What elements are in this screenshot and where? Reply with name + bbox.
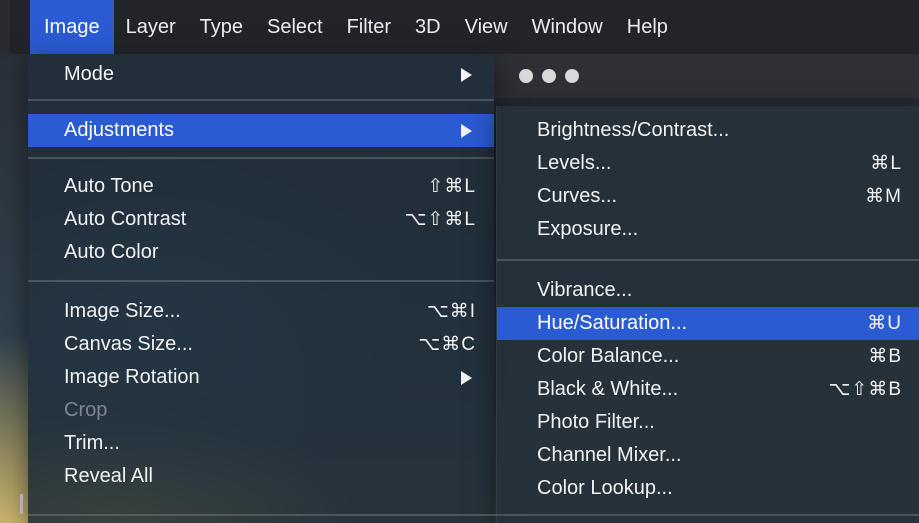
menu-item-auto-color[interactable]: Auto Color: [28, 236, 494, 269]
menu-item-vibrance[interactable]: Vibrance...: [497, 274, 919, 307]
menu-item-reveal-all[interactable]: Reveal All: [28, 460, 494, 493]
menu-item-trim[interactable]: Trim...: [28, 427, 494, 460]
menu-item-channel-mixer[interactable]: Channel Mixer...: [497, 439, 919, 472]
menu-item-label: Hue/Saturation...: [537, 312, 688, 334]
menu-type[interactable]: Type: [188, 0, 255, 54]
menu-item-label: Photo Filter...: [537, 411, 655, 433]
menu-item-auto-contrast[interactable]: Auto Contrast ⌥⇧⌘L: [28, 203, 494, 236]
menu-view[interactable]: View: [453, 0, 520, 54]
shortcut-label: ⌥⇧⌘L: [404, 209, 476, 230]
submenu-arrow-icon: [461, 124, 472, 138]
adjustments-submenu: Brightness/Contrast... Levels... ⌘L Curv…: [496, 106, 919, 523]
menu-select[interactable]: Select: [255, 0, 335, 54]
menu-item-adjustments[interactable]: Adjustments: [28, 114, 494, 147]
menu-item-curves[interactable]: Curves... ⌘M: [497, 180, 919, 213]
background-document-edge: [0, 54, 28, 523]
window-control-dot-icon[interactable]: [519, 69, 533, 83]
shortcut-label: ⌥⌘I: [426, 301, 476, 322]
menu-item-label: Canvas Size...: [64, 333, 193, 355]
window-control-dot-icon[interactable]: [565, 69, 579, 83]
menu-item-crop: Crop: [28, 394, 494, 427]
menu-item-color-lookup[interactable]: Color Lookup...: [497, 472, 919, 505]
menu-3d[interactable]: 3D: [403, 0, 453, 54]
menu-item-image-rotation[interactable]: Image Rotation: [28, 361, 494, 394]
menu-item-hue-saturation[interactable]: Hue/Saturation... ⌘U: [497, 307, 919, 340]
menu-item-label: Image Rotation: [64, 366, 200, 388]
menu-item-label: Exposure...: [537, 218, 639, 240]
menu-filter[interactable]: Filter: [335, 0, 403, 54]
menu-item-label: Brightness/Contrast...: [537, 119, 730, 141]
shortcut-label: ⌘M: [865, 186, 902, 207]
menu-separator: [497, 259, 919, 261]
menu-separator: [28, 157, 494, 159]
screen: Image Layer Type Select Filter 3D View W…: [0, 0, 919, 523]
menu-item-label: Channel Mixer...: [537, 444, 682, 466]
menu-item-photo-filter[interactable]: Photo Filter...: [497, 406, 919, 439]
menu-item-auto-tone[interactable]: Auto Tone ⇧⌘L: [28, 170, 494, 203]
submenu-arrow-icon: [461, 371, 472, 385]
menu-item-label: Crop: [64, 399, 108, 421]
menu-item-brightness-contrast[interactable]: Brightness/Contrast...: [497, 114, 919, 147]
menu-item-label: Black & White...: [537, 378, 679, 400]
document-edge-mark: [20, 494, 23, 514]
menu-separator: [28, 280, 494, 282]
menu-help[interactable]: Help: [615, 0, 680, 54]
menu-separator: [28, 514, 919, 516]
menu-item-image-size[interactable]: Image Size... ⌥⌘I: [28, 295, 494, 328]
menu-item-label: Curves...: [537, 185, 618, 207]
menu-item-label: Color Balance...: [537, 345, 680, 367]
shortcut-label: ⌘L: [870, 153, 902, 174]
menu-image[interactable]: Image: [30, 0, 114, 54]
menu-item-black-white[interactable]: Black & White... ⌥⇧⌘B: [497, 373, 919, 406]
menu-window[interactable]: Window: [520, 0, 615, 54]
menu-item-label: Color Lookup...: [537, 477, 673, 499]
menu-item-label: Adjustments: [64, 119, 175, 141]
menu-bar-edge: [0, 0, 10, 54]
shortcut-label: ⌥⌘C: [418, 334, 476, 355]
submenu-arrow-icon: [461, 68, 472, 82]
menu-separator: [28, 99, 494, 101]
shortcut-label: ⌘U: [867, 313, 902, 334]
menu-item-color-balance[interactable]: Color Balance... ⌘B: [497, 340, 919, 373]
shortcut-label: ⌘B: [868, 346, 902, 367]
menu-item-label: Mode: [64, 63, 115, 85]
menu-item-exposure[interactable]: Exposure...: [497, 213, 919, 246]
menu-bar: Image Layer Type Select Filter 3D View W…: [0, 0, 919, 54]
shortcut-label: ⇧⌘L: [427, 176, 476, 197]
menu-item-mode[interactable]: Mode: [28, 58, 494, 91]
menu-item-label: Trim...: [64, 432, 120, 454]
menu-item-levels[interactable]: Levels... ⌘L: [497, 147, 919, 180]
menu-item-label: Image Size...: [64, 300, 181, 322]
image-menu-dropdown: Mode Adjustments Auto Tone ⇧⌘L Auto Cont…: [28, 54, 494, 523]
menu-item-label: Auto Tone: [64, 175, 154, 197]
menu-item-canvas-size[interactable]: Canvas Size... ⌥⌘C: [28, 328, 494, 361]
menu-item-label: Auto Color: [64, 241, 159, 263]
menu-item-label: Vibrance...: [537, 279, 633, 301]
menu-layer[interactable]: Layer: [114, 0, 188, 54]
window-control-dot-icon[interactable]: [542, 69, 556, 83]
menu-item-label: Levels...: [537, 152, 612, 174]
menu-item-label: Reveal All: [64, 465, 153, 487]
menu-item-label: Auto Contrast: [64, 208, 187, 230]
shortcut-label: ⌥⇧⌘B: [828, 379, 902, 400]
